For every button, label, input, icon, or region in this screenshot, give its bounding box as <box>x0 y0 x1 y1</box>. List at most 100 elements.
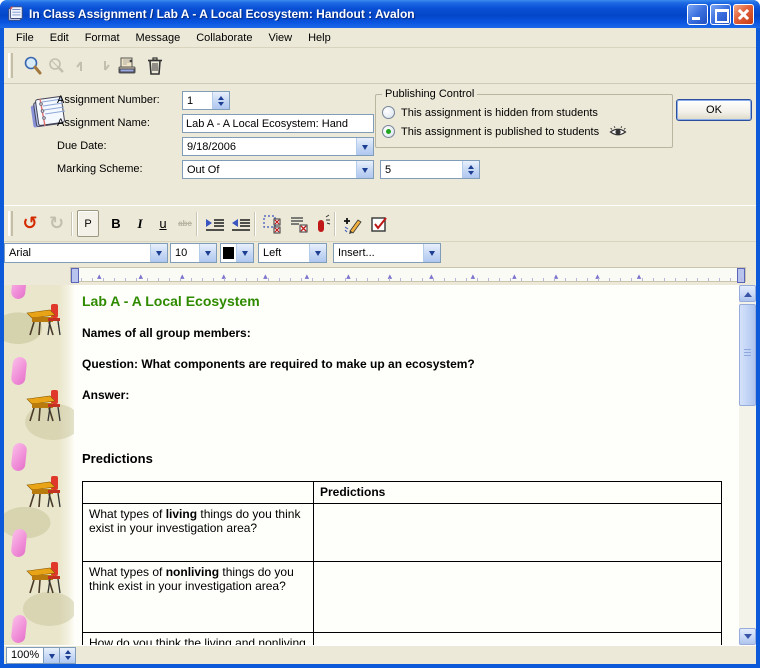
indent-decrease-icon[interactable] <box>228 210 254 237</box>
hidden-radio-label: This assignment is hidden from students <box>401 107 598 119</box>
insert-question-icon[interactable] <box>260 210 286 237</box>
menu-format[interactable]: Format <box>77 30 128 46</box>
header-cell-empty <box>83 482 314 504</box>
desk-clipart <box>24 387 64 425</box>
zoom-control[interactable]: 100% <box>6 647 76 664</box>
status-bar: 100% <box>4 645 756 664</box>
document-area[interactable]: Lab A - A Local Ecosystem Names of all g… <box>4 285 756 645</box>
marking-scheme-dropdown[interactable]: Out Of <box>182 160 374 179</box>
publishing-control-legend: Publishing Control <box>382 88 477 100</box>
delete-icon[interactable] <box>142 52 168 79</box>
answer-line: Answer: <box>82 388 731 402</box>
menu-view[interactable]: View <box>260 30 300 46</box>
radio-row-hidden[interactable]: This assignment is hidden from students <box>382 104 666 121</box>
desk-clipart <box>24 301 64 339</box>
chevron-down-icon[interactable] <box>150 244 167 262</box>
assignment-number-label: Assignment Number: <box>57 91 160 110</box>
bold-button[interactable]: B <box>103 210 129 237</box>
eye-icon <box>609 126 627 138</box>
maximize-button[interactable] <box>710 4 731 25</box>
previous-icon-disabled <box>68 52 94 79</box>
answer-cell[interactable] <box>314 504 722 562</box>
assignment-form: Assignment Number: 1 Assignment Name: Du… <box>4 84 756 205</box>
add-annotation-icon[interactable] <box>340 210 366 237</box>
paragraph-button[interactable]: P <box>77 210 99 237</box>
minimize-button[interactable] <box>687 4 708 25</box>
undo-icon[interactable]: ↺ <box>17 210 43 237</box>
right-margin-marker[interactable] <box>737 268 745 283</box>
chevron-down-icon[interactable] <box>356 138 373 155</box>
toolbar-gripper[interactable] <box>8 53 13 78</box>
radio-row-published[interactable]: This assignment is published to students <box>382 123 666 140</box>
table-row: What types of living things do you think… <box>83 504 722 562</box>
toolbar-gripper[interactable] <box>8 211 13 236</box>
document-title: Lab A - A Local Ecosystem <box>82 293 731 309</box>
vertical-scrollbar[interactable] <box>739 285 756 645</box>
color-swatch-black <box>223 247 234 259</box>
close-button[interactable] <box>733 4 754 25</box>
chevron-down-icon[interactable] <box>236 244 253 262</box>
menu-collaborate[interactable]: Collaborate <box>188 30 260 46</box>
insert-dropdown[interactable]: Insert... <box>333 243 441 263</box>
redo-icon-disabled: ↺ <box>44 210 70 237</box>
chevron-down-icon[interactable] <box>43 647 60 664</box>
stepper-arrows-icon[interactable] <box>212 92 229 109</box>
marking-out-of-stepper[interactable]: 5 <box>380 160 480 179</box>
published-radio-label: This assignment is published to students <box>401 126 599 138</box>
question-cell: What types of nonliving things do you th… <box>83 562 314 633</box>
assignment-name-field[interactable] <box>183 118 373 130</box>
checkbox-marking-icon[interactable] <box>366 210 392 237</box>
scrollbar-thumb[interactable] <box>739 304 756 406</box>
menu-edit[interactable]: Edit <box>42 30 77 46</box>
window-title: In Class Assignment / Lab A - A Local Ec… <box>29 7 687 21</box>
ok-button[interactable]: OK <box>676 99 752 121</box>
menu-bar: File Edit Format Message Collaborate Vie… <box>4 28 756 48</box>
answer-cell[interactable] <box>314 562 722 633</box>
font-color-dropdown[interactable] <box>220 243 254 263</box>
indent-increase-icon[interactable] <box>202 210 228 237</box>
zoom-icon[interactable] <box>20 52 46 79</box>
stepper-arrows-icon[interactable] <box>462 161 479 178</box>
document-content[interactable]: Lab A - A Local Ecosystem Names of all g… <box>74 285 739 645</box>
published-radio[interactable] <box>382 125 395 138</box>
menu-message[interactable]: Message <box>128 30 189 46</box>
insert-marker-icon[interactable] <box>310 210 336 237</box>
zoom-stepper[interactable] <box>60 647 76 664</box>
answer-cell[interactable] <box>314 633 722 646</box>
font-family-dropdown[interactable]: Arial <box>4 243 168 263</box>
title-bar[interactable]: In Class Assignment / Lab A - A Local Ec… <box>0 0 760 28</box>
assignment-number-stepper[interactable]: 1 <box>182 91 230 110</box>
hidden-radio[interactable] <box>382 106 395 119</box>
decorative-margin-strip <box>4 285 74 645</box>
pink-capsule-decoration <box>11 285 28 300</box>
print-icon[interactable] <box>114 52 140 79</box>
main-toolbar <box>4 48 756 84</box>
question-line: Question: What components are required t… <box>82 357 731 371</box>
alignment-dropdown[interactable]: Left <box>258 243 327 263</box>
chevron-down-icon[interactable] <box>356 161 373 178</box>
scroll-down-icon[interactable] <box>739 628 756 645</box>
desk-clipart <box>24 473 64 511</box>
due-date-dropdown[interactable]: 9/18/2006 <box>182 137 374 156</box>
strikethrough-button-disabled: abc <box>172 210 198 237</box>
menu-file[interactable]: File <box>8 30 42 46</box>
assignment-name-label: Assignment Name: <box>57 114 150 133</box>
chevron-down-icon[interactable] <box>309 244 326 262</box>
app-icon <box>6 5 24 23</box>
menu-help[interactable]: Help <box>300 30 339 46</box>
pink-capsule-decoration <box>11 528 28 557</box>
scroll-up-icon[interactable] <box>739 285 756 302</box>
pink-capsule-decoration <box>11 442 28 471</box>
pink-capsule-decoration <box>11 614 28 643</box>
ruler-row <box>4 265 756 285</box>
app-window: In Class Assignment / Lab A - A Local Ec… <box>0 0 760 668</box>
insert-answer-icon[interactable] <box>286 210 312 237</box>
zoom-value: 100% <box>6 647 43 664</box>
left-margin-marker[interactable] <box>71 268 79 283</box>
chevron-down-icon[interactable] <box>423 244 440 262</box>
question-cell: How do you think the living and nonlivin… <box>83 633 314 646</box>
table-row: What types of nonliving things do you th… <box>83 562 722 633</box>
chevron-down-icon[interactable] <box>199 244 216 262</box>
font-size-dropdown[interactable]: 10 <box>170 243 217 263</box>
ruler[interactable] <box>70 267 746 282</box>
